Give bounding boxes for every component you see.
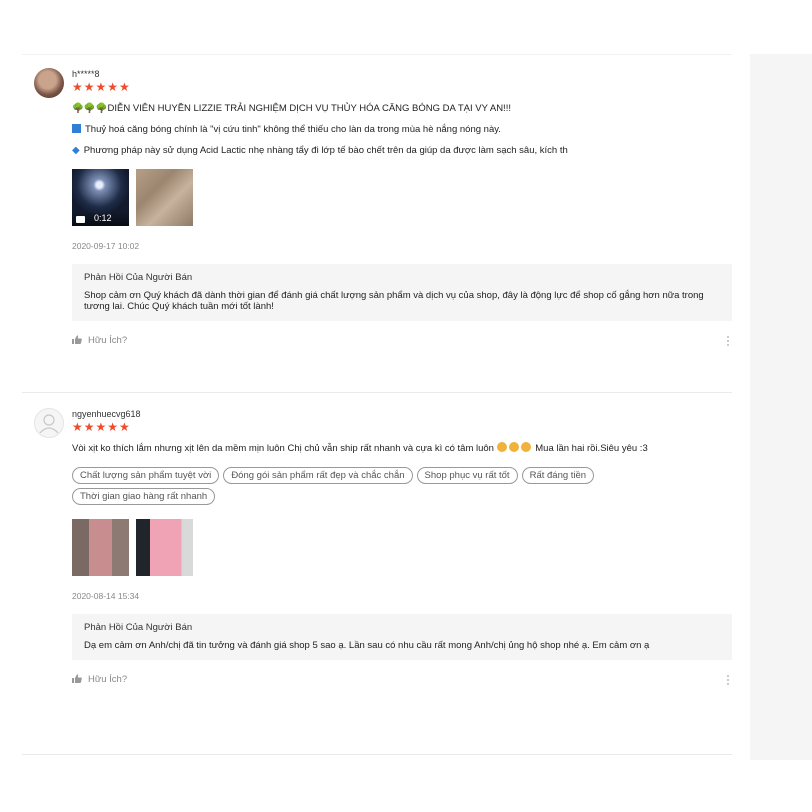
username[interactable]: ngyenhuecvg618 (72, 408, 732, 420)
helpful-button[interactable]: Hữu Ích? (72, 674, 127, 685)
video-thumbnail[interactable]: 0:12 (72, 169, 129, 226)
seller-reply-text: Dạ em cảm ơn Anh/chị đã tin tưởng và đán… (84, 640, 650, 651)
more-options-icon[interactable] (727, 336, 730, 348)
avatar[interactable] (34, 408, 64, 438)
helpful-row: Hữu Ích? (72, 674, 732, 690)
image-thumbnail[interactable] (72, 519, 129, 576)
review-comment: Vòi xịt ko thích lắm nhưng xịt lên da mề… (72, 442, 732, 455)
review-tag: Đóng gói sản phẩm rất đẹp và chắc chắn (223, 467, 413, 484)
star-rating: ★★★★★ (72, 420, 131, 434)
review-text: Mua lần hai rồi.Siêu yêu :3 (532, 443, 648, 454)
helpful-label: Hữu Ích? (88, 674, 128, 685)
avatar[interactable] (34, 68, 64, 98)
review-card: h*****8 ★★★★★ 🌳🌳🌳DIỄN VIÊN HUYỀN LIZZIE … (22, 64, 732, 393)
username[interactable]: h*****8 (72, 68, 732, 80)
video-overlay: 0:12 (72, 212, 129, 226)
seller-reply: Phản Hồi Của Người Bán Dạ em cảm ơn Anh/… (72, 614, 732, 660)
more-options-icon[interactable] (727, 675, 730, 687)
review-date: 2020-09-17 10:02 (72, 241, 140, 251)
media-row: 0:12 (72, 169, 732, 227)
review-tag: Rất đáng tiền (521, 467, 595, 484)
review-headline: 🌳🌳🌳DIỄN VIÊN HUYỀN LIZZIE TRẢI NGHIỆM DỊ… (72, 103, 511, 114)
review-tags: Chất lượng sản phẩm tuyệt vời Đóng gói sả… (72, 463, 732, 505)
helpful-label: Hữu Ích? (88, 335, 128, 346)
image-thumbnail[interactable] (136, 519, 193, 576)
media-row (72, 519, 732, 577)
review-tag: Shop phục vụ rất tốt (416, 467, 518, 484)
seller-reply-title: Phản Hồi Của Người Bán (84, 272, 193, 283)
seller-reply: Phản Hồi Của Người Bán Shop cảm ơn Quý k… (72, 264, 732, 321)
review-text-line-3: ◆ Phương pháp này sử dụng Acid Lactic nhẹ… (72, 145, 732, 157)
review-card: ngyenhuecvg618 ★★★★★ Vòi xịt ko thích lắ… (22, 404, 732, 755)
seller-reply-title: Phản Hồi Của Người Bán (84, 622, 193, 633)
star-rating: ★★★★★ (72, 80, 131, 94)
diamond-icon: ◆ (72, 145, 80, 156)
top-divider (22, 54, 732, 55)
helpful-button[interactable]: Hữu Ích? (72, 335, 127, 346)
image-thumbnail[interactable] (136, 169, 193, 226)
arrow-right-icon (72, 124, 81, 133)
emoji-icon (496, 442, 507, 452)
review-tag: Chất lượng sản phẩm tuyệt vời (72, 467, 220, 484)
review-date: 2020-08-14 15:34 (72, 591, 140, 601)
review-tag: Thời gian giao hàng rất nhanh (72, 488, 216, 505)
review-text-line-1: 🌳🌳🌳DIỄN VIÊN HUYỀN LIZZIE TRẢI NGHIỆM DỊ… (72, 103, 732, 115)
user-placeholder-icon (39, 414, 59, 434)
review-text: Vòi xịt ko thích lắm nhưng xịt lên da mề… (72, 443, 497, 454)
thumbs-up-icon (72, 335, 82, 344)
video-camera-icon (76, 216, 85, 223)
emoji-icon (508, 442, 519, 452)
review-text: Thuỷ hoá căng bóng chính là "vị cứu tinh… (85, 124, 501, 135)
review-text: Phương pháp này sử dụng Acid Lactic nhẹ … (83, 145, 568, 156)
seller-reply-text: Shop cảm ơn Quý khách đã dành thời gian … (84, 290, 704, 312)
emoji-icon (520, 442, 531, 452)
helpful-row: Hữu Ích? (72, 335, 732, 351)
right-sidebar (750, 54, 812, 760)
thumbs-up-icon (72, 674, 82, 683)
review-text-line-2: Thuỷ hoá căng bóng chính là "vị cứu tinh… (72, 124, 732, 136)
video-duration: 0:12 (94, 213, 112, 223)
